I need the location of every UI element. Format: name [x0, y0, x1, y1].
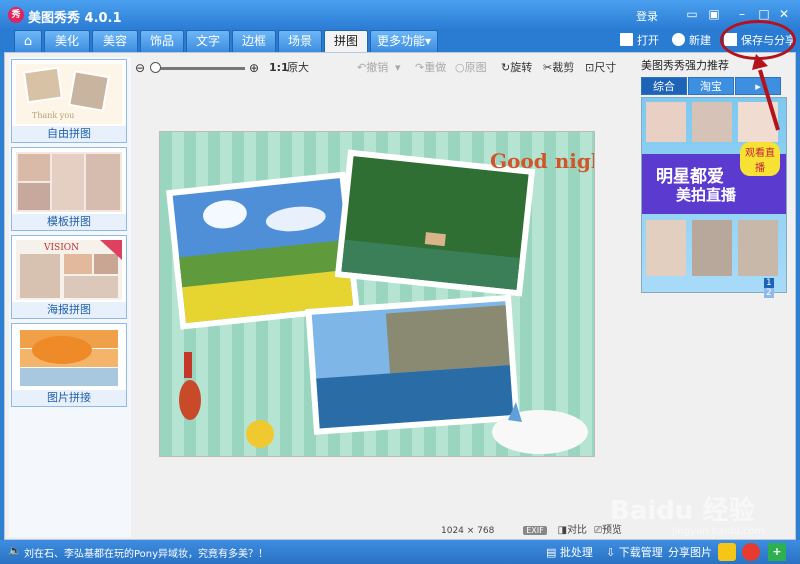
undo-dropdown-icon[interactable]: ▾ [395, 60, 401, 76]
download-manager-button[interactable]: ⇩ 下载管理 [606, 544, 663, 560]
baidu-watermark: Baidu 经验 [610, 496, 755, 526]
canvas-status-bar: 1024 × 768 EXIF ◨对比 ⎚预览 [441, 521, 622, 536]
actual-size-ratio[interactable]: 1:1 [269, 60, 289, 76]
login-link[interactable]: 登录 [636, 8, 658, 24]
ad-watch-live-badge: 观看直播 [740, 142, 780, 176]
rotate-icon: ↻ [501, 61, 511, 74]
mode-label: 海报拼图 [12, 302, 126, 318]
zoom-out-icon[interactable]: ⊖ [135, 60, 145, 76]
recommendation-panel: 美图秀秀强力推荐 综合 淘宝 ▸ 明星都爱 美拍直播 观看直播 1 2 [641, 57, 787, 298]
speaker-icon: 🔈 [8, 544, 22, 557]
collage-mode-panel: Thank you 自由拼图 模板拼图 VISION 海报拼图 图片拼接 [9, 57, 131, 537]
rec-tab-more[interactable]: ▸ [735, 77, 781, 95]
original-size-button[interactable]: 原大 [287, 60, 309, 76]
news-ticker[interactable]: 刘在石、李弘基都在玩的Pony异域妆，究竟有多美？！ [24, 545, 268, 560]
goodnight-caption: Good night [490, 149, 595, 173]
image-dimensions: 1024 × 768 [441, 526, 495, 536]
mode-label: 图片拼接 [12, 390, 126, 406]
mode-poster-collage[interactable]: VISION 海报拼图 [11, 235, 127, 319]
undo-icon: ↶ [357, 61, 367, 74]
live-stream-ad[interactable]: 明星都爱 美拍直播 观看直播 1 2 [641, 97, 787, 298]
tab-accessories[interactable]: 饰品 [140, 30, 184, 52]
tab-frame[interactable]: 边框 [232, 30, 276, 52]
exif-badge[interactable]: EXIF [523, 526, 547, 535]
original-image-button[interactable]: ○原图 [455, 60, 487, 76]
star-icon[interactable] [718, 543, 736, 561]
rec-tab-all[interactable]: 综合 [641, 77, 687, 95]
ad-subheadline: 美拍直播 [676, 186, 737, 204]
baidu-watermark-url: jingyan.baidu.com [672, 526, 765, 537]
recommendation-title: 美图秀秀强力推荐 [641, 59, 729, 72]
tab-collage[interactable]: 拼图 [324, 30, 368, 52]
workspace: Thank you 自由拼图 模板拼图 VISION 海报拼图 图片拼接 ⊖ ⊕… [4, 52, 796, 540]
compare-button[interactable]: ◨对比 [558, 525, 587, 536]
free-collage-thumbnail: Thank you [16, 64, 122, 124]
tab-more-features[interactable]: 更多功能▾ [370, 30, 438, 52]
folder-icon [620, 33, 633, 46]
redo-icon: ↷ [415, 61, 425, 74]
ad-page-2[interactable]: 2 [764, 288, 774, 298]
template-collage-thumbnail [16, 152, 122, 212]
mode-label: 模板拼图 [12, 214, 126, 230]
mode-template-collage[interactable]: 模板拼图 [11, 147, 127, 231]
new-button[interactable]: 新建 [672, 32, 711, 50]
main-tab-bar: ⌂ 美化 美容 饰品 文字 边框 场景 拼图 更多功能▾ 打开 新建 保存与分享 [0, 30, 800, 52]
image-stitch-thumbnail [16, 328, 122, 388]
app-title: 美图秀秀 4.0.1 [28, 11, 122, 26]
tab-home[interactable]: ⌂ [14, 30, 42, 52]
compare-icon: ◨ [557, 525, 568, 536]
close-button[interactable]: ✕ [776, 6, 792, 22]
ad-page-1[interactable]: 1 [764, 278, 774, 288]
batch-icon: ▤ [546, 546, 557, 559]
settings-icon[interactable]: ▣ [706, 6, 722, 22]
title-bar: 秀 美图秀秀 4.0.1 登录 ▭ ▣ – □ ✕ [0, 0, 800, 30]
tab-scene[interactable]: 场景 [278, 30, 322, 52]
tab-text[interactable]: 文字 [186, 30, 230, 52]
tab-makeup[interactable]: 美容 [92, 30, 138, 52]
collage-artwork: Good night [166, 149, 595, 454]
add-plus-icon[interactable]: + [768, 543, 786, 561]
original-icon: ○ [455, 61, 465, 74]
photo-village-river [305, 294, 520, 435]
rec-tab-taobao[interactable]: 淘宝 [688, 77, 734, 95]
poster-collage-thumbnail: VISION [16, 240, 122, 300]
preview-icon: ⎚ [593, 525, 602, 536]
mode-label: 自由拼图 [12, 126, 126, 142]
undo-button[interactable]: ↶撤销 [357, 60, 388, 76]
zoom-slider[interactable] [153, 67, 245, 70]
editor-toolbar: ⊖ ⊕ 1:1 原大 ↶撤销 ▾ ↷重做 ○原图 ↻旋转 ✂裁剪 ⊡尺寸 [133, 57, 633, 79]
annotation-circle [720, 20, 796, 60]
tab-beautify[interactable]: 美化 [44, 30, 90, 52]
svg-text:Thank you: Thank you [32, 111, 74, 120]
minimize-button[interactable]: – [734, 6, 750, 22]
yellow-ball [246, 420, 274, 448]
ad-pager[interactable]: 1 2 [764, 278, 786, 298]
resize-icon: ⊡ [585, 61, 595, 74]
batch-process-button[interactable]: ▤ 批处理 [546, 544, 593, 560]
redo-button[interactable]: ↷重做 [415, 60, 446, 76]
zoom-slider-handle[interactable] [150, 62, 161, 73]
app-logo-icon: 秀 [8, 7, 24, 23]
bottom-bar: 🔈 刘在石、李弘基都在玩的Pony异域妆，究竟有多美？！ ▤ 批处理 ⇩ 下载管… [0, 540, 800, 564]
message-icon[interactable]: ▭ [684, 6, 700, 22]
polar-bear [492, 410, 588, 454]
photo-sky-meadow [166, 171, 360, 330]
collage-canvas[interactable]: Good night [159, 131, 595, 457]
svg-text:VISION: VISION [43, 243, 79, 253]
figure-body [179, 380, 201, 420]
resize-button[interactable]: ⊡尺寸 [585, 60, 616, 76]
share-image-button[interactable]: 分享图片 [668, 544, 712, 560]
rotate-button[interactable]: ↻旋转 [501, 60, 532, 76]
crop-button[interactable]: ✂裁剪 [543, 60, 574, 76]
download-icon: ⇩ [606, 546, 616, 559]
mode-free-collage[interactable]: Thank you 自由拼图 [11, 59, 127, 143]
crop-icon: ✂ [543, 61, 553, 74]
weibo-icon[interactable] [742, 543, 760, 561]
open-button[interactable]: 打开 [620, 32, 659, 50]
plus-circle-icon [672, 33, 685, 46]
figure-hat [184, 352, 192, 378]
zoom-in-icon[interactable]: ⊕ [249, 60, 259, 76]
mode-image-stitch[interactable]: 图片拼接 [11, 323, 127, 407]
